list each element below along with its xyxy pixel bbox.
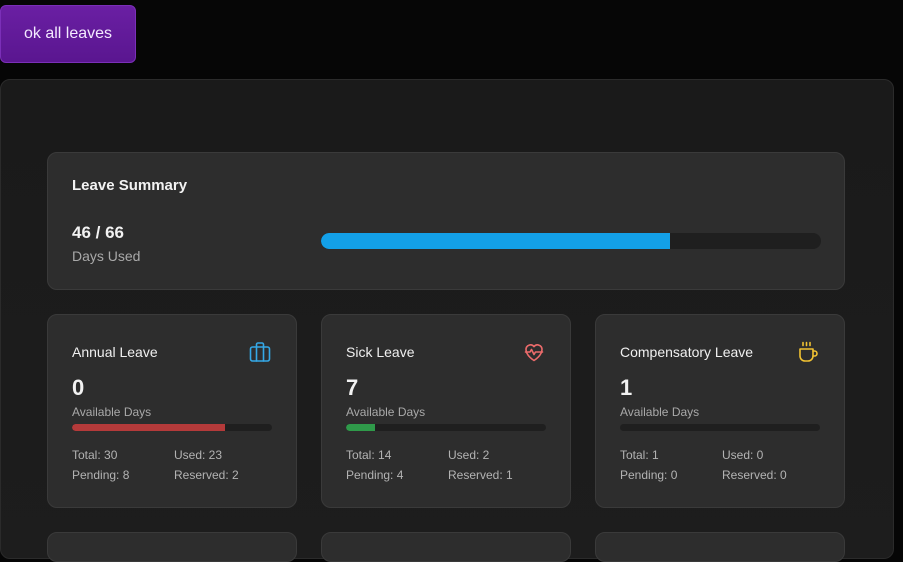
annual-leave-card: Annual Leave 0 Available Days Total: 30 … xyxy=(47,314,297,508)
reserved-stat: Reserved: 2 xyxy=(174,468,239,482)
available-days-label: Available Days xyxy=(72,405,152,419)
card-title: Compensatory Leave xyxy=(620,344,754,360)
available-days-value: 0 xyxy=(72,375,85,400)
leave-progress-fill xyxy=(346,424,375,431)
card-title: Annual Leave xyxy=(72,344,158,360)
sick-leave-card: Sick Leave 7 Available Days Total: 14 Us… xyxy=(321,314,571,508)
pending-stat: Pending: 4 xyxy=(346,468,404,482)
summary-progress-bar xyxy=(321,233,821,249)
available-days-label: Available Days xyxy=(346,405,426,419)
compensatory-leave-card: Compensatory Leave 1 Available Days Tota… xyxy=(595,314,845,508)
pending-stat: Pending: 8 xyxy=(72,468,130,482)
leave-progress-fill xyxy=(72,424,226,431)
available-days-label: Available Days xyxy=(620,405,700,419)
card-title: Sick Leave xyxy=(346,344,415,360)
total-stat: Total: 1 xyxy=(620,448,659,462)
leave-summary-title: Leave Summary xyxy=(72,177,188,194)
days-used-label: Days Used xyxy=(72,248,141,264)
available-days-value: 1 xyxy=(620,375,633,400)
ok-all-leaves-button[interactable]: ok all leaves xyxy=(0,5,136,63)
reserved-stat: Reserved: 1 xyxy=(448,468,513,482)
leave-card xyxy=(595,532,845,562)
leave-progress-bar xyxy=(72,424,272,431)
total-stat: Total: 30 xyxy=(72,448,118,462)
coffee-cup-icon xyxy=(799,341,818,362)
available-days-value: 7 xyxy=(346,375,359,400)
used-stat: Used: 0 xyxy=(722,448,764,462)
used-stat: Used: 23 xyxy=(174,448,223,462)
days-used-count: 46 / 66 xyxy=(72,223,124,242)
summary-progress-fill xyxy=(321,233,670,249)
leave-progress-bar xyxy=(346,424,546,431)
leave-summary-card: Leave Summary 46 / 66 Days Used xyxy=(47,152,845,290)
used-stat: Used: 2 xyxy=(448,448,490,462)
heart-pulse-icon xyxy=(524,344,544,362)
leave-progress-bar xyxy=(620,424,820,431)
briefcase-icon xyxy=(249,342,271,362)
total-stat: Total: 14 xyxy=(346,448,392,462)
leave-card xyxy=(47,532,297,562)
leave-card xyxy=(321,532,571,562)
pending-stat: Pending: 0 xyxy=(620,468,678,482)
reserved-stat: Reserved: 0 xyxy=(722,468,787,482)
